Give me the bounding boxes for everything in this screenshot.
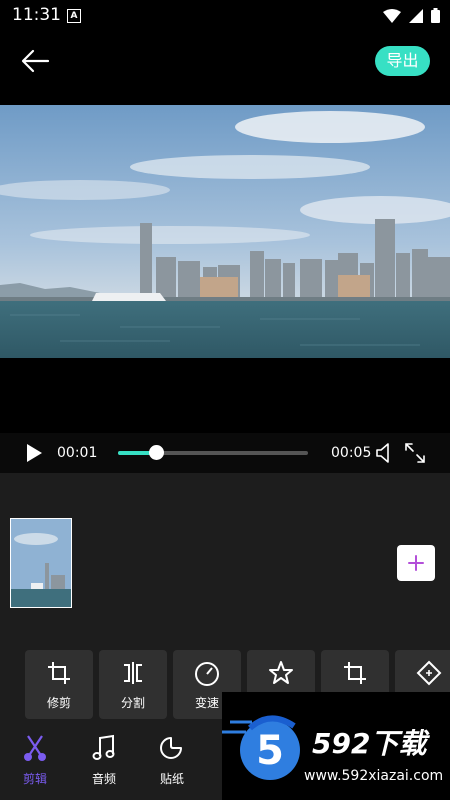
diamond-icon xyxy=(416,660,442,686)
tool-split[interactable]: 分割 xyxy=(99,650,167,719)
status-bar: 11:31 A xyxy=(0,0,450,30)
clip-thumbnail xyxy=(11,519,71,607)
timeline-panel xyxy=(0,473,450,650)
crop-icon xyxy=(344,662,366,684)
nav-label: 剪辑 xyxy=(22,772,47,786)
fullscreen-icon[interactable] xyxy=(404,442,426,464)
current-time: 00:01 xyxy=(57,445,98,461)
total-time: 00:05 xyxy=(331,445,372,461)
export-button[interactable]: 导出 xyxy=(375,46,430,76)
star-icon xyxy=(269,661,293,684)
preview-letterbox xyxy=(0,358,450,433)
wifi-icon xyxy=(383,8,401,23)
back-arrow-icon[interactable] xyxy=(18,44,52,78)
harbor-skyline-image xyxy=(0,105,450,358)
status-icons xyxy=(383,8,440,23)
nav-item-audio[interactable]: 音频 xyxy=(84,734,124,794)
playback-controls: 00:01 00:05 xyxy=(0,433,450,473)
watermark: 5 592下载 www.592xiazai.com xyxy=(222,692,450,800)
crop-icon xyxy=(48,662,70,684)
volume-icon[interactable] xyxy=(375,442,395,464)
top-bar: 导出 xyxy=(0,30,450,105)
watermark-brand: 592下载 xyxy=(312,727,427,760)
play-icon[interactable] xyxy=(24,443,44,463)
scissors-icon xyxy=(24,735,46,761)
progress-slider[interactable] xyxy=(118,445,308,460)
music-icon xyxy=(92,734,115,760)
split-icon xyxy=(124,662,142,684)
tool-trim[interactable]: 修剪 xyxy=(25,650,93,719)
speed-icon xyxy=(195,662,219,686)
svg-text:5: 5 xyxy=(256,728,284,774)
battery-icon xyxy=(431,8,440,23)
progress-thumb[interactable] xyxy=(149,445,164,460)
tool-label: 修剪 xyxy=(46,696,71,710)
nav-item-sticker[interactable]: 贴纸 xyxy=(152,734,192,794)
tool-label: 分割 xyxy=(120,696,145,710)
sticker-icon xyxy=(160,737,182,759)
nav-label: 贴纸 xyxy=(159,772,184,786)
notification-a-icon: A xyxy=(67,9,81,23)
timeline-clip[interactable] xyxy=(10,518,72,608)
watermark-url: www.592xiazai.com xyxy=(304,768,444,784)
status-time: 11:31 xyxy=(12,5,61,25)
nav-label: 音频 xyxy=(91,772,116,786)
signal-icon xyxy=(409,8,423,23)
video-preview[interactable] xyxy=(0,105,450,358)
plus-icon xyxy=(408,555,424,571)
add-clip-button[interactable] xyxy=(397,545,435,581)
nav-item-edit[interactable]: 剪辑 xyxy=(15,734,55,794)
